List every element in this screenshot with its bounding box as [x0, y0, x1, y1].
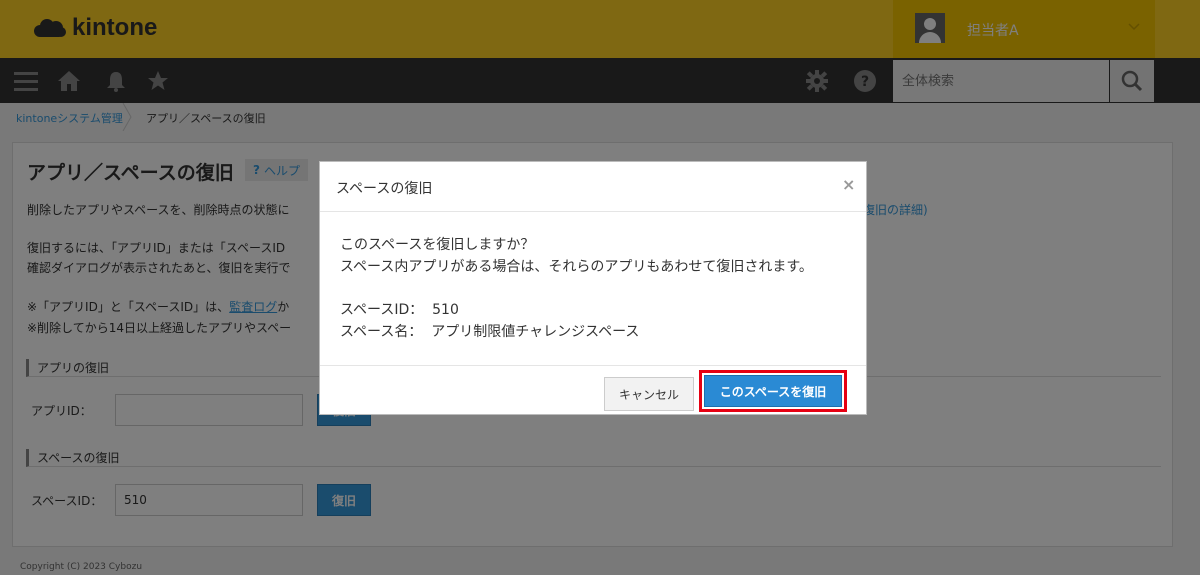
highlight-box: このスペースを復旧 [699, 370, 847, 412]
dialog-title: スペースの復旧 [336, 181, 433, 197]
space-id-line: スペースID： 510 [340, 302, 459, 318]
dialog-header: スペースの復旧 × [320, 162, 866, 212]
restore-space-dialog: スペースの復旧 × このスペースを復旧しますか？ スペース内アプリがある場合は、… [319, 161, 867, 415]
space-name-line: スペース名： アプリ制限値チャレンジスペース [340, 324, 640, 340]
close-icon[interactable]: × [842, 175, 855, 194]
dialog-message: このスペースを復旧しますか？ スペース内アプリがある場合は、それらのアプリもあわ… [340, 234, 813, 278]
confirm-question: このスペースを復旧しますか？ [340, 237, 535, 253]
cancel-button[interactable]: キャンセル [604, 377, 694, 411]
confirm-restore-button[interactable]: このスペースを復旧 [704, 375, 842, 407]
dialog-footer: キャンセル このスペースを復旧 [320, 365, 866, 415]
confirm-detail: スペース内アプリがある場合は、それらのアプリもあわせて復旧されます。 [340, 259, 813, 275]
space-info: スペースID： 510 スペース名： アプリ制限値チャレンジスペース [340, 299, 639, 343]
